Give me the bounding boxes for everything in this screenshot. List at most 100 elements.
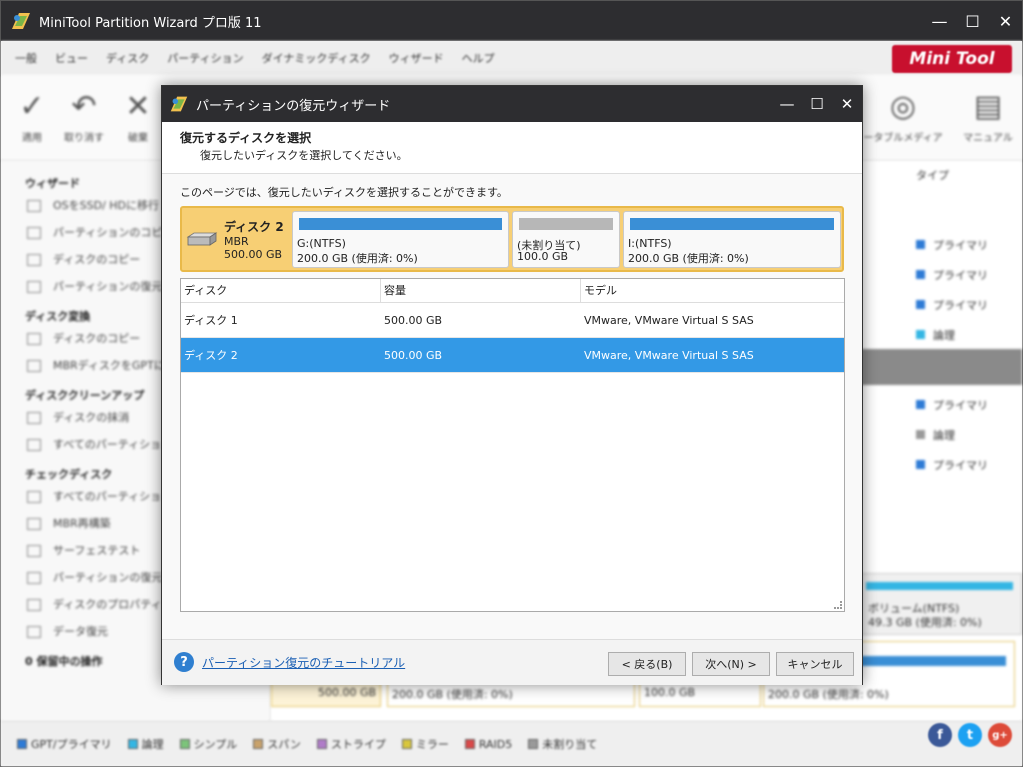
disk-table-header: ディスク 容量 モデル (181, 279, 844, 303)
legend-swatch (127, 739, 138, 749)
partition-usage-bar (299, 218, 502, 230)
legend-swatch (401, 739, 412, 749)
menu-general[interactable]: 一般 (15, 50, 37, 66)
type-cell: プライマリ (916, 267, 988, 283)
minimize-button[interactable]: — (923, 1, 956, 41)
dialog-maximize-button[interactable]: ☐ (802, 86, 832, 122)
discard-button[interactable]: ✕ 破棄 (113, 85, 163, 144)
menu-view[interactable]: ビュー (55, 50, 88, 66)
selected-row-highlight (861, 349, 1022, 385)
app-window: MiniTool Partition Wizard プロ版 11 — ☐ ✕ 一… (0, 0, 1023, 767)
table-row-selected[interactable]: ディスク 2 500.00 GB VMware, VMware Virtual … (181, 338, 844, 373)
undo-label: 取り消す (64, 133, 104, 144)
bootable-media-icon: ◎ (889, 89, 917, 124)
dialog-title: パーティションの復元ウィザード (196, 98, 391, 114)
menu-dynamic-disk[interactable]: ダイナミックディスク (262, 50, 371, 66)
next-button[interactable]: 次へ(N) > (692, 652, 770, 676)
apply-button[interactable]: ✓ 適用 (7, 85, 57, 144)
legend-unallocated: 未割り当て (528, 736, 597, 752)
back-button[interactable]: < 戻る(B) (608, 652, 686, 676)
menu-partition[interactable]: パーティション (167, 50, 243, 66)
partition-block-i[interactable]: I:(NTFS) 200.0 GB (使用済: 0%) (623, 211, 841, 268)
bottom-partition-1-size: 200.0 GB (使用済: 0%) (392, 688, 513, 701)
column-header-capacity[interactable]: 容量 (381, 279, 581, 302)
bottom-partition-3-size: 200.0 GB (使用済: 0%) (768, 688, 889, 701)
legend-swatch (179, 739, 190, 749)
disk-table: ディスク 容量 モデル ディスク 1 500.00 GB VMware, VMw… (180, 278, 845, 612)
table-row[interactable]: ディスク 1 500.00 GB VMware, VMware Virtual … (181, 303, 844, 338)
type-cell: プライマリ (916, 457, 988, 473)
manual-label: マニュアル (963, 133, 1013, 144)
convert-icon (27, 360, 41, 372)
google-plus-icon[interactable]: g+ (988, 723, 1012, 747)
primary-color-icon (916, 270, 925, 279)
partition-detail: 200.0 GB (使用済: 0%) (297, 252, 418, 265)
app-logo-icon (12, 13, 30, 29)
legend-logical: 論理 (127, 736, 164, 752)
model-cell: VMware, VMware Virtual S SAS (584, 313, 754, 327)
type-cell: 論理 (916, 427, 955, 443)
legend-raid5: RAID5 (464, 738, 512, 751)
legend-swatch (464, 739, 475, 749)
partition-usage-bar (519, 218, 613, 230)
resize-grip[interactable] (834, 601, 842, 609)
menu-disk[interactable]: ディスク (106, 50, 149, 66)
capacity-cell: 500.00 GB (384, 348, 443, 362)
manual-icon: ▤ (973, 89, 1003, 124)
wizard-logo-icon (170, 96, 188, 112)
properties-icon (27, 599, 41, 611)
app-title: MiniTool Partition Wizard プロ版 11 (39, 15, 262, 31)
partition-block-g[interactable]: G:(NTFS) 200.0 GB (使用済: 0%) (292, 211, 509, 268)
partition-detail: 200.0 GB (使用済: 0%) (628, 252, 749, 265)
undo-button[interactable]: ↶ 取り消す (59, 85, 109, 144)
maximize-button[interactable]: ☐ (956, 1, 989, 41)
disk-map[interactable]: ディスク 2 MBR 500.00 GB G:(NTFS) 200.0 GB (… (180, 206, 844, 272)
column-header-disk[interactable]: ディスク (181, 279, 381, 302)
migrate-icon (27, 200, 41, 212)
dialog-minimize-button[interactable]: — (772, 86, 802, 122)
menu-wizard[interactable]: ウィザード (389, 50, 444, 66)
disk-map-type: MBR (224, 234, 249, 248)
partition-block-unallocated[interactable]: (未割り当て) 100.0 GB (512, 211, 620, 268)
bootable-media-button[interactable]: ◎ ータブルメディア (863, 85, 943, 144)
usage-bar (866, 582, 1013, 590)
model-cell: VMware, VMware Virtual S SAS (584, 348, 754, 362)
primary-color-icon (916, 300, 925, 309)
facebook-icon[interactable]: f (928, 723, 952, 747)
social-links: f t g+ (928, 723, 1012, 747)
dialog-subheading: 復元したいディスクを選択してください。 (200, 149, 408, 162)
disk-cell: ディスク 1 (184, 314, 238, 327)
dialog-footer: ? パーティション復元のチュートリアル < 戻る(B) 次へ(N) > キャンセ… (162, 639, 862, 685)
discard-label: 破棄 (128, 133, 148, 144)
column-header-type[interactable]: タイプ (916, 167, 949, 183)
menu-help[interactable]: ヘルプ (462, 50, 495, 66)
copy-disk-icon (27, 254, 41, 266)
type-cell: プライマリ (916, 237, 988, 253)
type-cell: 論理 (916, 327, 955, 343)
recover-partition-icon (27, 572, 41, 584)
trash-icon (27, 439, 41, 451)
cancel-button[interactable]: キャンセル (776, 652, 854, 676)
dialog-header: 復元するディスクを選択 復元したいディスクを選択してください。 (162, 122, 862, 174)
dialog-titlebar: パーティションの復元ウィザード — ☐ ✕ (162, 86, 862, 122)
data-recovery-icon (27, 626, 41, 638)
volume-size: 49.3 GB (使用済: 0%) (868, 616, 982, 629)
twitter-icon[interactable]: t (958, 723, 982, 747)
legend-mirrored: ミラー (401, 736, 449, 752)
logical-color-icon (916, 430, 925, 439)
tutorial-link[interactable]: パーティション復元のチュートリアル (202, 654, 405, 671)
surface-test-icon (27, 545, 41, 557)
column-header-model[interactable]: モデル (581, 279, 844, 302)
legend-swatch (316, 739, 327, 749)
undo-icon: ↶ (71, 89, 97, 124)
partition-label: G:(NTFS) (297, 237, 346, 250)
manual-button[interactable]: ▤ マニュアル (957, 85, 1019, 144)
apply-label: 適用 (22, 133, 42, 144)
dialog-body: このページでは、復元したいディスクを選択することができます。 ディスク 2 MB… (162, 176, 862, 643)
partition-label: I:(NTFS) (628, 237, 672, 250)
close-button[interactable]: ✕ (989, 1, 1022, 41)
disk-block[interactable]: ボリューム(NTFS) 49.3 GB (使用済: 0%) (861, 573, 1022, 635)
help-icon[interactable]: ? (174, 652, 194, 672)
dialog-close-button[interactable]: ✕ (832, 86, 862, 122)
recover-partition-icon (27, 281, 41, 293)
